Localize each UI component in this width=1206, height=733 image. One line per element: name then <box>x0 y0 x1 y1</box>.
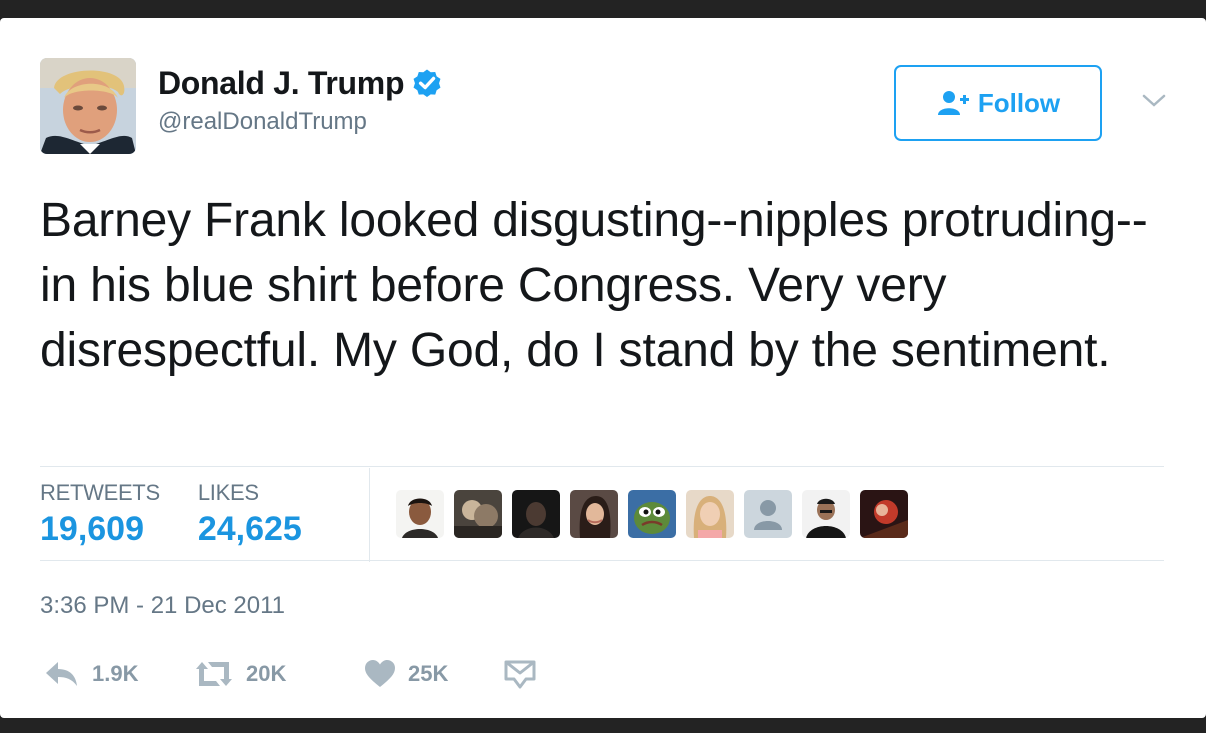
name-row: Donald J. Trump <box>158 64 444 102</box>
stats-divider-bottom <box>40 560 1164 561</box>
tweet-timestamp[interactable]: 3:36 PM - 21 Dec 2011 <box>40 592 285 620</box>
like-count: 25K <box>408 661 449 686</box>
retweets-stat[interactable]: RETWEETS 19,609 <box>40 480 160 560</box>
profile-avatar[interactable] <box>40 58 136 154</box>
chevron-down-icon[interactable] <box>1140 90 1168 110</box>
reply-count: 1.9K <box>92 661 139 686</box>
liker-avatar[interactable] <box>628 490 676 538</box>
liker-avatars <box>396 490 908 538</box>
tweet-actions: 1.9K 20K 25K <box>44 654 536 694</box>
like-action[interactable]: 25K <box>364 659 504 689</box>
tweet-card: Donald J. Trump @realDonaldTrump Follow … <box>0 18 1206 718</box>
retweet-action[interactable]: 20K <box>194 659 364 689</box>
liker-avatar[interactable] <box>396 490 444 538</box>
retweet-count: 20K <box>246 661 287 686</box>
display-name[interactable]: Donald J. Trump <box>158 65 405 102</box>
follow-button-label: Follow <box>977 87 1061 118</box>
retweet-icon <box>194 659 234 689</box>
retweets-label: RETWEETS <box>40 480 160 505</box>
tweet-stats: RETWEETS 19,609 LIKES 24,625 <box>40 480 340 560</box>
stats-divider-top <box>40 466 1164 467</box>
likes-label: LIKES <box>197 480 259 505</box>
retweets-count: 19,609 <box>40 510 144 548</box>
likes-stat[interactable]: LIKES 24,625 <box>198 480 302 560</box>
liker-avatar[interactable] <box>570 490 618 538</box>
liker-avatar[interactable] <box>454 490 502 538</box>
window-frame-top <box>0 0 1206 18</box>
liker-avatar-default[interactable] <box>744 490 792 538</box>
likes-count: 24,625 <box>197 510 302 548</box>
reply-action[interactable]: 1.9K <box>44 659 194 689</box>
liker-avatar[interactable] <box>512 490 560 538</box>
handle[interactable]: @realDonaldTrump <box>158 108 367 136</box>
direct-message-action[interactable] <box>504 659 536 689</box>
liker-avatar[interactable] <box>802 490 850 538</box>
verified-badge-icon <box>410 66 444 100</box>
liker-avatar[interactable] <box>860 490 908 538</box>
follow-button[interactable]: Follow <box>894 65 1102 141</box>
liker-avatar[interactable] <box>686 490 734 538</box>
window-frame-bottom <box>0 718 1206 733</box>
tweet-text: Barney Frank looked disgusting--nipples … <box>40 194 1148 377</box>
add-user-icon <box>936 89 970 117</box>
direct-message-icon <box>504 659 536 689</box>
stats-separator <box>369 468 370 562</box>
heart-icon <box>364 659 396 689</box>
reply-icon <box>44 659 80 689</box>
